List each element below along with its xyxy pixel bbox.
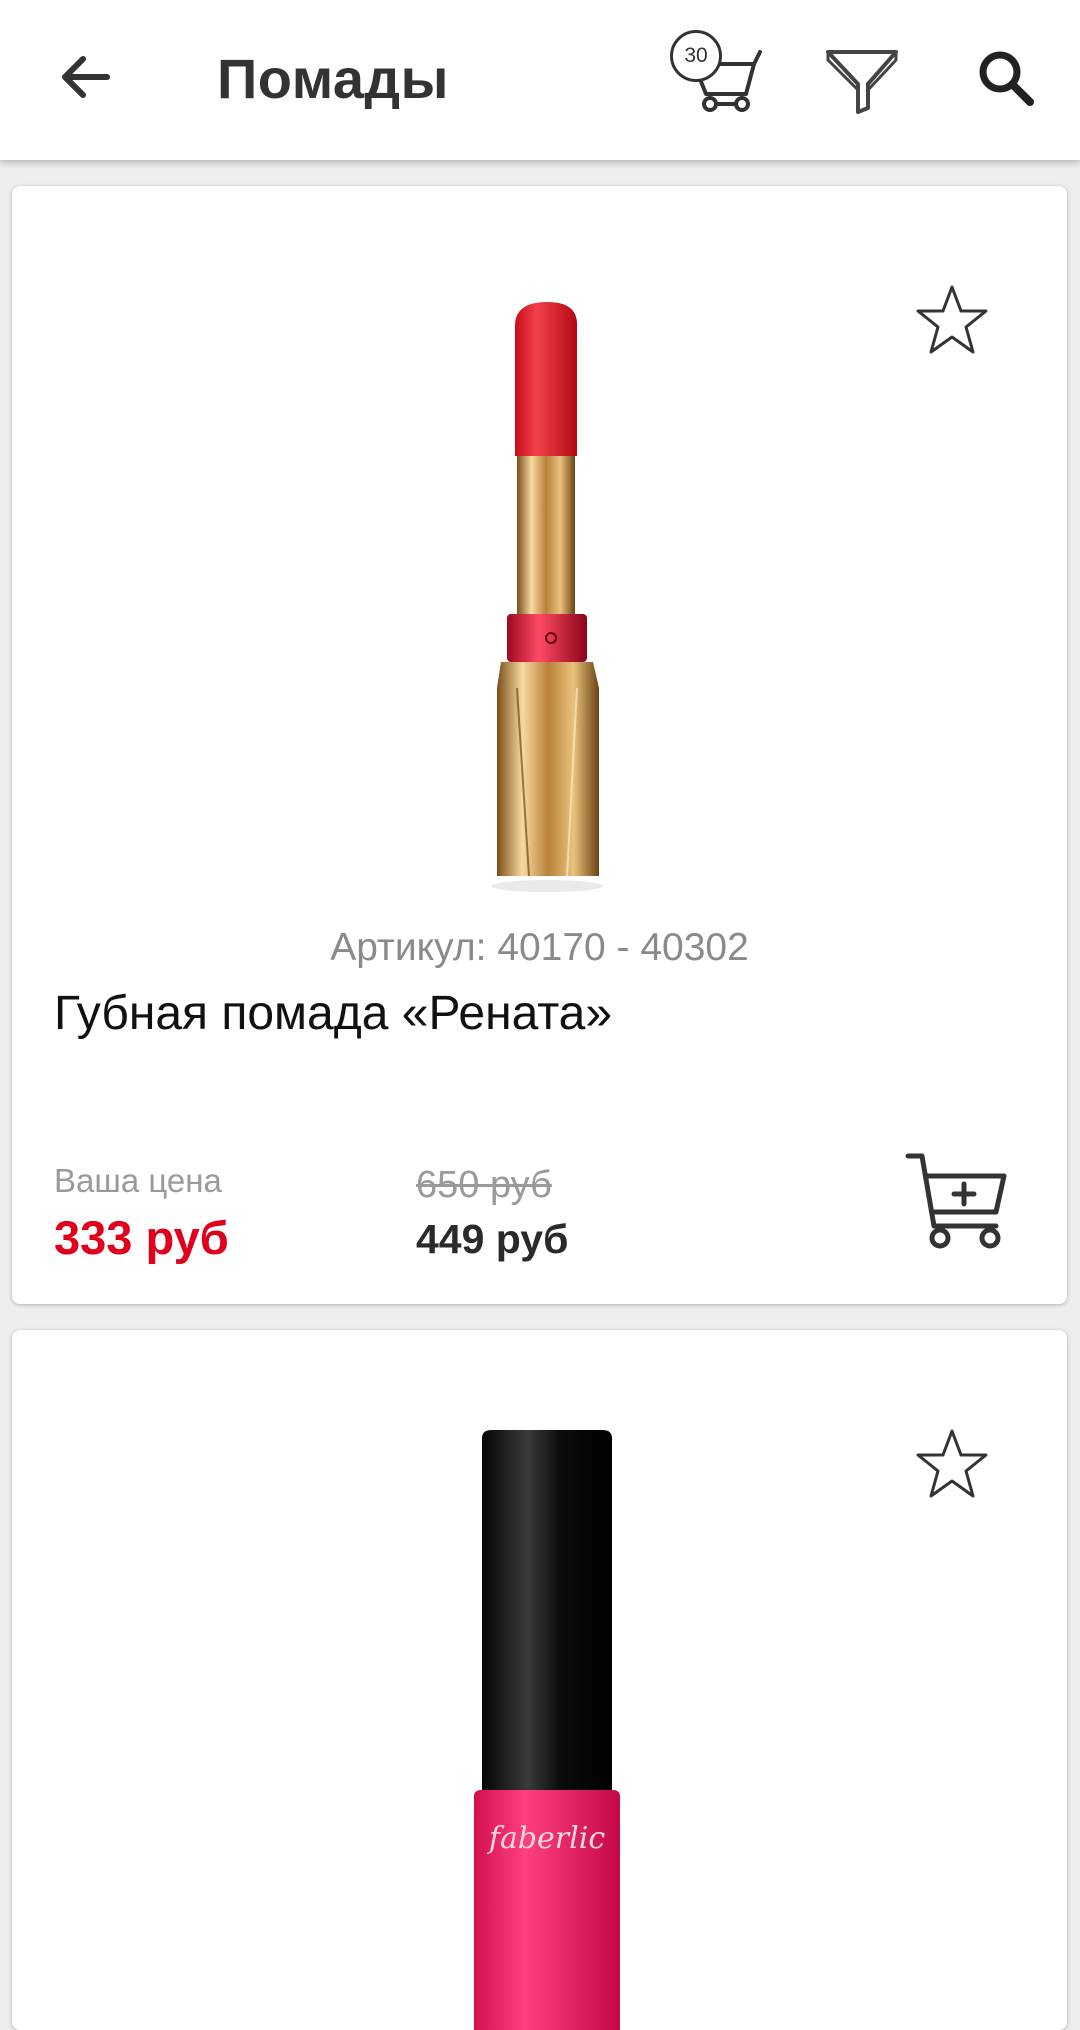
product-card[interactable]: faberlic [12, 1330, 1067, 2030]
favorite-button[interactable] [914, 1426, 990, 1502]
search-button[interactable] [976, 48, 1036, 108]
back-button[interactable] [50, 42, 120, 112]
regular-price: 449 руб [416, 1216, 569, 1262]
cart-count-badge: 30 [670, 30, 722, 82]
your-price: 333 руб [54, 1211, 229, 1264]
old-price: 650 руб [416, 1164, 552, 1206]
cart-button[interactable]: 30 [670, 30, 762, 112]
add-to-cart-button[interactable] [904, 1150, 1016, 1250]
faberlic-brand-text: faberlic [487, 1821, 605, 1856]
magnifier-search-icon [979, 51, 1034, 106]
funnel-filter-icon [826, 50, 898, 114]
product-sku: Артикул: 40170 - 40302 [330, 926, 749, 969]
star-outline-icon [916, 1429, 988, 1498]
star-outline-icon [916, 285, 988, 354]
page-title: Помады [217, 47, 449, 110]
lipstick-product-image [491, 302, 603, 892]
arrow-left-icon [62, 56, 110, 98]
product-card[interactable]: Артикул: 40170 - 40302 Губная помада «Ре… [12, 186, 1067, 1304]
app-bar: Помады 30 [0, 0, 1080, 160]
favorite-button[interactable] [914, 282, 990, 358]
cart-plus-icon [905, 1153, 1007, 1249]
lip-gloss-product-image: faberlic [474, 1430, 620, 2030]
filter-button[interactable] [824, 46, 900, 114]
product-name[interactable]: Губная помада «Рената» [54, 986, 612, 1041]
your-price-label: Ваша цена [54, 1162, 222, 1199]
